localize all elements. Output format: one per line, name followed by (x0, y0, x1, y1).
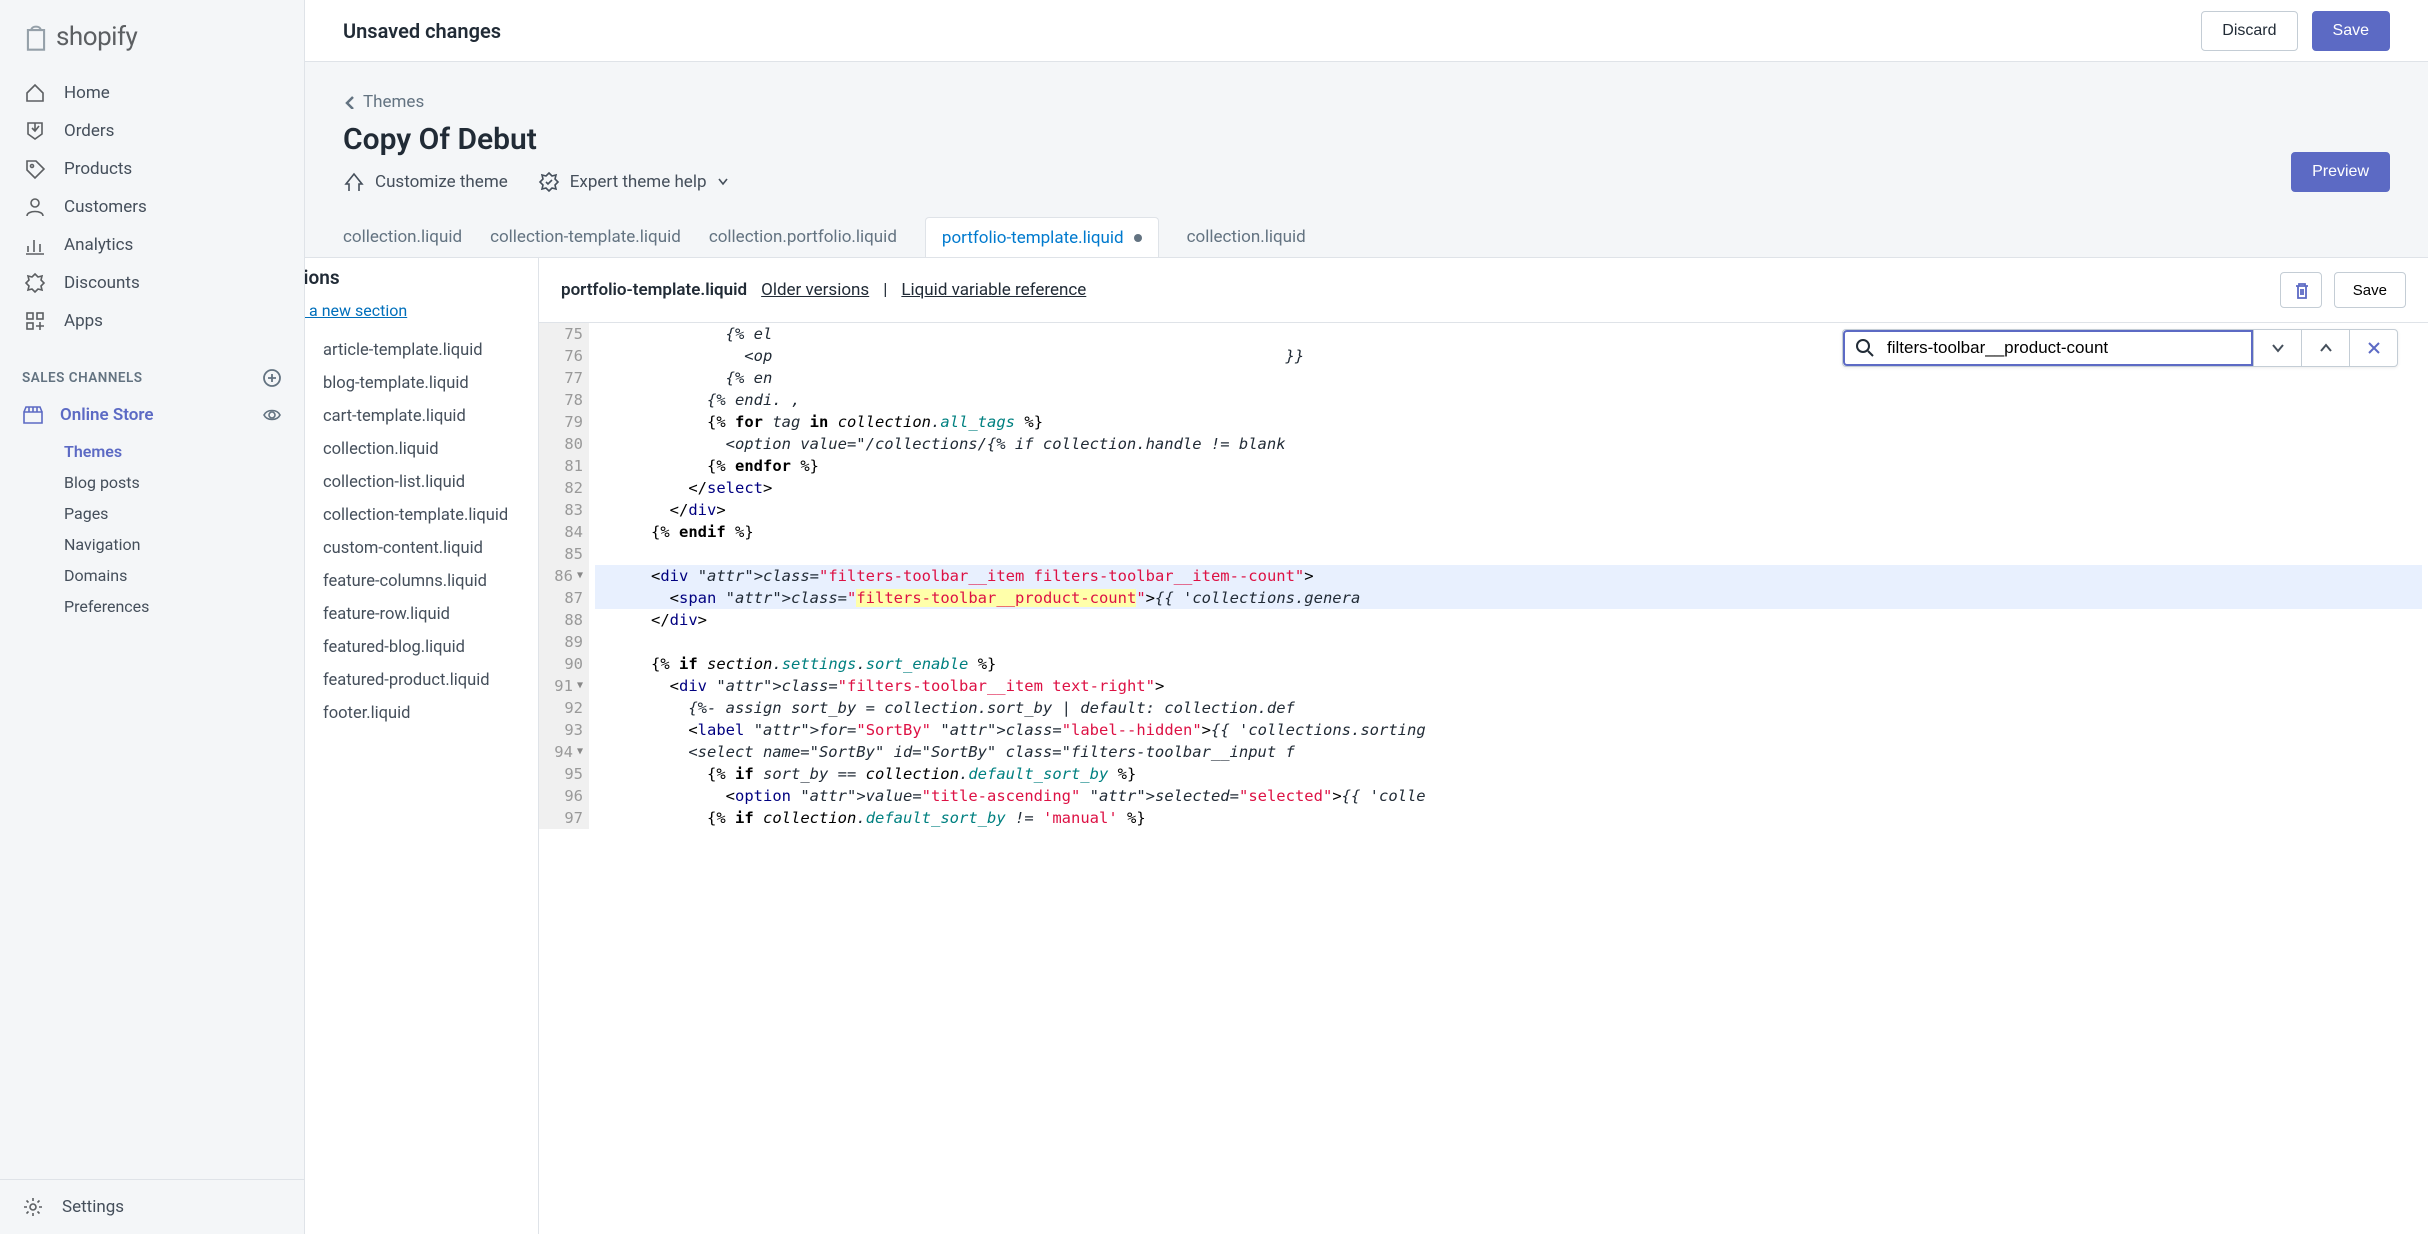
orders-icon (24, 120, 46, 142)
shopify-bag-icon (22, 22, 50, 52)
subnav-themes[interactable]: Themes (64, 436, 304, 467)
file-list-panel: ections dd a new section article-templat… (305, 258, 539, 1234)
discard-button[interactable]: Discard (2201, 11, 2297, 51)
subnav-blog-posts[interactable]: Blog posts (64, 467, 304, 498)
brand-name: shopify (56, 22, 137, 52)
search-prev-button[interactable] (2301, 330, 2349, 366)
home-icon (24, 82, 46, 104)
editor-search-bar (1842, 329, 2398, 367)
nav-discounts[interactable]: Discounts (12, 264, 292, 302)
tag-icon (24, 158, 46, 180)
file-item[interactable]: blog-template.liquid (305, 367, 538, 400)
code-editor[interactable]: 757677787980818283848586▼8788899091▼9293… (539, 323, 2428, 1234)
file-item[interactable]: custom-content.liquid (305, 532, 538, 565)
customize-icon (343, 171, 365, 193)
editor-area: ections dd a new section article-templat… (305, 257, 2428, 1234)
storefront-icon (22, 404, 44, 426)
discount-icon (24, 272, 46, 294)
chevron-up-icon (2318, 340, 2334, 356)
chevron-down-icon (2270, 340, 2286, 356)
tab-4[interactable]: collection.liquid (1187, 217, 1306, 257)
brand-logo: shopify (0, 10, 304, 68)
eye-icon[interactable] (262, 405, 282, 425)
nav-products[interactable]: Products (12, 150, 292, 188)
file-item[interactable]: collection.liquid (305, 433, 538, 466)
nav-settings[interactable]: Settings (0, 1179, 304, 1234)
file-item[interactable]: collection-list.liquid (305, 466, 538, 499)
code-toolbar: portfolio-template.liquid Older versions… (539, 258, 2428, 323)
nav-apps[interactable]: Apps (12, 302, 292, 340)
add-section-link[interactable]: dd a new section (305, 299, 538, 334)
online-store-subnav: Themes Blog posts Pages Navigation Domai… (0, 434, 304, 632)
editor-save-button[interactable]: Save (2334, 272, 2406, 308)
file-item[interactable]: footer.liquid (305, 697, 538, 730)
subnav-preferences[interactable]: Preferences (64, 591, 304, 622)
unsaved-status: Unsaved changes (343, 19, 501, 43)
tab-0[interactable]: collection.liquid (343, 217, 462, 257)
unsaved-dot-icon (1134, 234, 1142, 242)
content-header: Themes Copy Of Debut Customize theme (305, 62, 2428, 217)
trash-icon (2292, 281, 2310, 299)
code-panel: portfolio-template.liquid Older versions… (539, 258, 2428, 1234)
delete-file-button[interactable] (2280, 272, 2322, 308)
sidebar: shopify Home Orders Products Customers A… (0, 0, 305, 1234)
section-heading: ections (305, 260, 538, 299)
file-tabs: collection.liquid collection-template.li… (305, 217, 2428, 257)
page-title: Copy Of Debut (343, 122, 729, 157)
tab-1[interactable]: collection-template.liquid (490, 217, 681, 257)
nav-analytics[interactable]: Analytics (12, 226, 292, 264)
file-item[interactable]: featured-blog.liquid (305, 631, 538, 664)
tab-2[interactable]: collection.portfolio.liquid (709, 217, 897, 257)
chevron-down-icon (717, 176, 729, 188)
save-button[interactable]: Save (2312, 11, 2390, 51)
file-item[interactable]: feature-columns.liquid (305, 565, 538, 598)
customize-theme-link[interactable]: Customize theme (343, 171, 508, 193)
nav-home[interactable]: Home (12, 74, 292, 112)
gear-icon (22, 1196, 44, 1218)
open-file-name: portfolio-template.liquid (561, 280, 747, 300)
primary-nav: Home Orders Products Customers Analytics… (0, 68, 304, 346)
expert-help-link[interactable]: Expert theme help (538, 171, 729, 193)
search-close-button[interactable] (2349, 330, 2397, 366)
liquid-reference-link[interactable]: Liquid variable reference (901, 280, 1086, 300)
chevron-left-icon (343, 95, 357, 109)
preview-button[interactable]: Preview (2291, 152, 2390, 192)
sales-channels-heading: SALES CHANNELS (0, 346, 304, 396)
file-item[interactable]: featured-product.liquid (305, 664, 538, 697)
tab-3[interactable]: portfolio-template.liquid (925, 217, 1159, 258)
main-content: Unsaved changes Discard Save Themes Copy… (305, 0, 2428, 1234)
breadcrumb-back[interactable]: Themes (343, 92, 2390, 112)
search-icon (1855, 338, 1875, 358)
chart-icon (24, 234, 46, 256)
subnav-domains[interactable]: Domains (64, 560, 304, 591)
subnav-pages[interactable]: Pages (64, 498, 304, 529)
person-icon (24, 196, 46, 218)
file-item[interactable]: feature-row.liquid (305, 598, 538, 631)
file-item[interactable]: article-template.liquid (305, 334, 538, 367)
topbar: Unsaved changes Discard Save (305, 0, 2428, 62)
search-input[interactable] (1887, 338, 2241, 358)
older-versions-link[interactable]: Older versions (761, 280, 869, 300)
subnav-navigation[interactable]: Navigation (64, 529, 304, 560)
file-item[interactable]: cart-template.liquid (305, 400, 538, 433)
close-icon (2366, 340, 2382, 356)
channel-online-store[interactable]: Online Store (0, 396, 304, 434)
file-item[interactable]: collection-template.liquid (305, 499, 538, 532)
search-next-button[interactable] (2253, 330, 2301, 366)
nav-customers[interactable]: Customers (12, 188, 292, 226)
plus-circle-icon[interactable] (262, 368, 282, 388)
expert-icon (538, 171, 560, 193)
nav-orders[interactable]: Orders (12, 112, 292, 150)
apps-icon (24, 310, 46, 332)
